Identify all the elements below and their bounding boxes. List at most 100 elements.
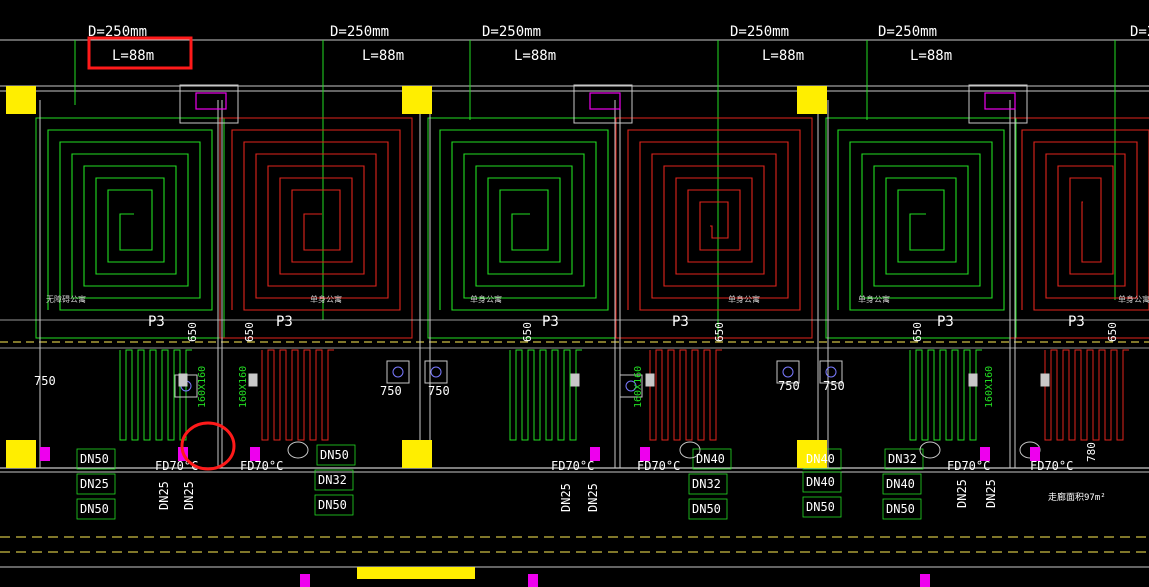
riser-pipe: [248, 373, 258, 387]
dim-750: 750: [823, 379, 845, 393]
dim-650: 650: [186, 322, 199, 342]
pipe-size-label-vertical: DN25: [586, 483, 600, 512]
p3-tag: P3: [1068, 314, 1085, 330]
diameter-label: D=250mm: [878, 24, 937, 40]
pipe-size-label-vertical: DN25: [157, 481, 171, 510]
sink-fixture: [424, 360, 448, 384]
bathroom-coil: [509, 349, 582, 441]
duct-size: 160X160: [238, 366, 249, 408]
pipe-size-label: DN32: [888, 452, 917, 466]
pipe-size-label: DN32: [692, 477, 721, 491]
heating-coil: [439, 129, 609, 311]
coil-boundary: [615, 117, 813, 339]
pipe-size-label-vertical: DN25: [984, 479, 998, 508]
riser-pipe: [645, 373, 655, 387]
highlight-circle: [180, 421, 236, 471]
diameter-label: D=250mm: [330, 24, 389, 40]
coil-boundary: [427, 117, 621, 339]
bathroom-coil: [909, 349, 982, 441]
sink-bowl: [430, 366, 442, 378]
coil-boundary: [35, 117, 225, 339]
column-block: [402, 440, 432, 468]
pipe-size-label-vertical: DN25: [182, 481, 196, 510]
column-block: [6, 440, 36, 468]
duct-size: 160X160: [633, 366, 644, 408]
heating-coil: [1021, 129, 1149, 311]
cad-drawing-view[interactable]: D=250mm L=88m D=250mm L=88m D=250mm L=88m D=25…: [0, 0, 1149, 587]
heating-coil: [837, 129, 1005, 311]
toilet-fixture: [287, 441, 309, 459]
length-label: L=88m: [910, 48, 952, 64]
pipe-size-label: DN50: [886, 502, 915, 516]
coil-boundary: [1009, 117, 1149, 339]
room-label-single: 单身公寓: [470, 294, 502, 304]
heating-coil: [231, 129, 401, 311]
room-label-single: 单身公寓: [728, 294, 760, 304]
pipe-size-label: DN40: [696, 452, 725, 466]
coil-boundary: [219, 117, 413, 339]
dim-650: 650: [911, 322, 924, 342]
room-label-barrier-free: 无障碍公寓: [46, 294, 86, 304]
diameter-label: D=250mm: [1130, 24, 1149, 40]
p3-tag: P3: [148, 314, 165, 330]
fire-damper-tag: FD70°C: [947, 459, 990, 473]
dim-650: 650: [243, 322, 256, 342]
dim-750: 750: [778, 379, 800, 393]
pipe-size-label: DN50: [80, 502, 109, 516]
length-label: L=88m: [112, 48, 154, 64]
fire-damper-tag: FD70°C: [637, 459, 680, 473]
valve-marker: [528, 574, 538, 587]
dim-650: 650: [713, 322, 726, 342]
column-block: [402, 86, 432, 114]
p3-tag: P3: [937, 314, 954, 330]
sink-fixture: [386, 360, 410, 384]
room-label-single: 单身公寓: [858, 294, 890, 304]
dim-750: 750: [428, 384, 450, 398]
dim-750: 750: [34, 374, 56, 388]
pipe-size-label: DN40: [806, 452, 835, 466]
pipe-size-label: DN25: [80, 477, 109, 491]
room-label-single: 单身公寓: [310, 294, 342, 304]
pipe-size-label: DN32: [318, 473, 347, 487]
sink-bowl: [392, 366, 404, 378]
bathroom-coil: [119, 349, 192, 441]
pipe-size-label: DN50: [318, 498, 347, 512]
coil-boundary: [825, 117, 1017, 339]
duct-size: 160X160: [984, 366, 995, 408]
floor-heating-plan: D=250mm L=88m D=250mm L=88m D=250mm L=88m D=25…: [0, 24, 1149, 587]
pipe-size-label: DN50: [80, 452, 109, 466]
column-block: [6, 86, 36, 114]
duct-size: 160X160: [197, 366, 208, 408]
pipe-size-label: DN40: [886, 477, 915, 491]
length-label: L=88m: [362, 48, 404, 64]
riser-pipe: [178, 373, 188, 387]
riser-pipe: [968, 373, 978, 387]
dim-650: 650: [521, 322, 534, 342]
dim-780: 780: [1085, 442, 1098, 462]
pipe-size-label: DN50: [320, 448, 349, 462]
p3-tag: P3: [276, 314, 293, 330]
bathroom-coil: [649, 349, 722, 441]
valve-marker: [920, 574, 930, 587]
pipe-size-label: DN50: [806, 500, 835, 514]
riser-pipe: [570, 373, 580, 387]
dim-650: 650: [1106, 322, 1119, 342]
dim-750: 750: [380, 384, 402, 398]
sink-bowl: [782, 366, 794, 378]
p3-tag: P3: [542, 314, 559, 330]
annotations: D=250mm L=88m D=250mm L=88m D=250mm L=88m D=25…: [34, 24, 1149, 516]
diameter-label: D=250mm: [730, 24, 789, 40]
diameter-label: D=250mm: [482, 24, 541, 40]
corridor-area-label: 走廊面积97m²: [1048, 491, 1106, 503]
length-label: L=88m: [514, 48, 556, 64]
room-label-single: 单身公寓: [1118, 294, 1149, 304]
heating-coil: [47, 129, 213, 311]
fixtures: [174, 360, 1050, 459]
column-block: [797, 86, 827, 114]
length-label: L=88m: [762, 48, 804, 64]
p3-tag: P3: [672, 314, 689, 330]
fire-damper-tag: FD70°C: [551, 459, 594, 473]
column-block: [357, 567, 475, 579]
pipe-size-label: DN50: [692, 502, 721, 516]
bathroom-coil: [1044, 349, 1129, 441]
